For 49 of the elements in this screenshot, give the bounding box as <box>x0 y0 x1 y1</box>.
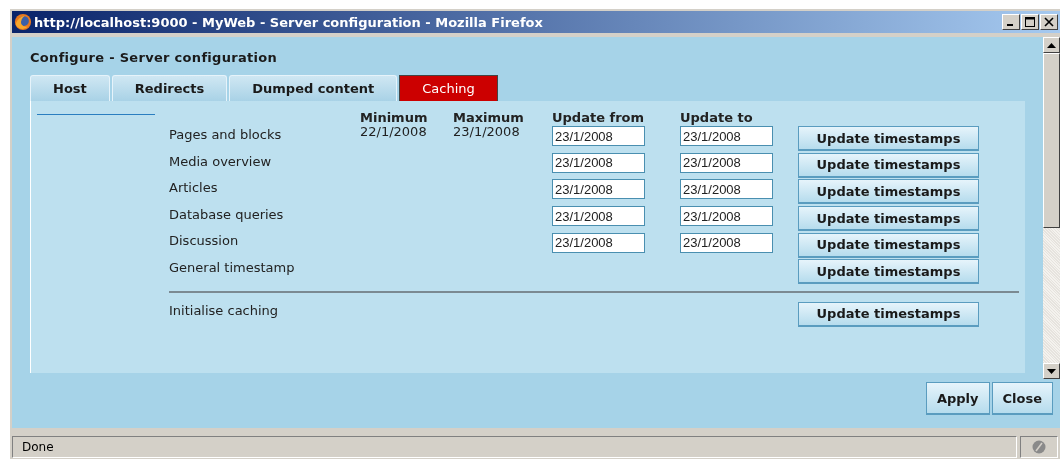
row-label: Media overview <box>169 152 273 171</box>
update-timestamps-button[interactable]: Update timestamps <box>798 179 979 205</box>
tab[interactable]: Dumped content <box>229 75 398 101</box>
update-timestamps-button[interactable]: Update timestamps <box>798 206 979 232</box>
row-label: Discussion <box>169 232 240 251</box>
minimum-date: 22/1/2008 <box>360 124 427 139</box>
close-button[interactable] <box>1040 14 1058 30</box>
update-from-field[interactable]: 23/1/2008 <box>552 232 645 253</box>
window-title: http://localhost:9000 - MyWeb - Server configuration - Mozilla Firefox <box>34 14 544 30</box>
tab[interactable]: Redirects <box>111 75 228 101</box>
row-label: Initialise caching <box>169 301 280 320</box>
update-timestamps-button[interactable]: Update timestamps <box>798 301 979 327</box>
column-header: Update to <box>680 111 754 125</box>
update-from-field[interactable]: 23/1/2008 <box>552 126 645 147</box>
update-timestamps-button[interactable]: Update timestamps <box>798 152 979 178</box>
minimize-icon <box>1006 24 1013 26</box>
update-to-field[interactable]: 23/1/2008 <box>680 206 773 227</box>
update-timestamps-button[interactable]: Update timestamps <box>798 259 979 285</box>
tab[interactable]: Caching <box>399 75 498 101</box>
column-header: Maximum <box>453 111 525 125</box>
update-timestamps-button[interactable]: Update timestamps <box>798 232 979 258</box>
column-header: Update from <box>552 111 646 125</box>
maximize-icon <box>1025 17 1035 27</box>
dialog-title: Configure - Server configuration <box>30 50 279 65</box>
close-icon <box>1044 17 1054 27</box>
maximum-date: 23/1/2008 <box>453 124 520 139</box>
update-to-field[interactable]: 23/1/2008 <box>680 232 773 253</box>
dialog-button[interactable]: Apply <box>925 382 990 415</box>
no-entry-icon <box>1032 440 1046 454</box>
column-header: Minimum <box>360 111 429 125</box>
dialog-button[interactable]: Close <box>991 382 1053 415</box>
update-from-field[interactable]: 23/1/2008 <box>552 179 645 200</box>
update-to-field[interactable]: 23/1/2008 <box>680 126 773 147</box>
maximize-button[interactable] <box>1021 14 1039 30</box>
minimize-button[interactable] <box>1002 14 1020 30</box>
update-from-field[interactable]: 23/1/2008 <box>552 206 645 227</box>
row-label: Articles <box>169 179 219 198</box>
vertical-scrollbar[interactable] <box>1043 37 1060 379</box>
scroll-down-icon <box>1047 368 1056 374</box>
row-label: Database queries <box>169 205 285 224</box>
update-from-field[interactable]: 23/1/2008 <box>552 152 645 173</box>
update-to-field[interactable]: 23/1/2008 <box>680 179 773 200</box>
scroll-up-icon <box>1047 42 1056 48</box>
update-to-field[interactable]: 23/1/2008 <box>680 152 773 173</box>
update-timestamps-button[interactable]: Update timestamps <box>798 126 979 152</box>
row-label: Pages and blocks <box>169 126 283 144</box>
tab[interactable]: Host <box>30 75 110 101</box>
status-text: Done <box>12 436 1017 458</box>
row-label: General timestamp <box>169 258 296 277</box>
